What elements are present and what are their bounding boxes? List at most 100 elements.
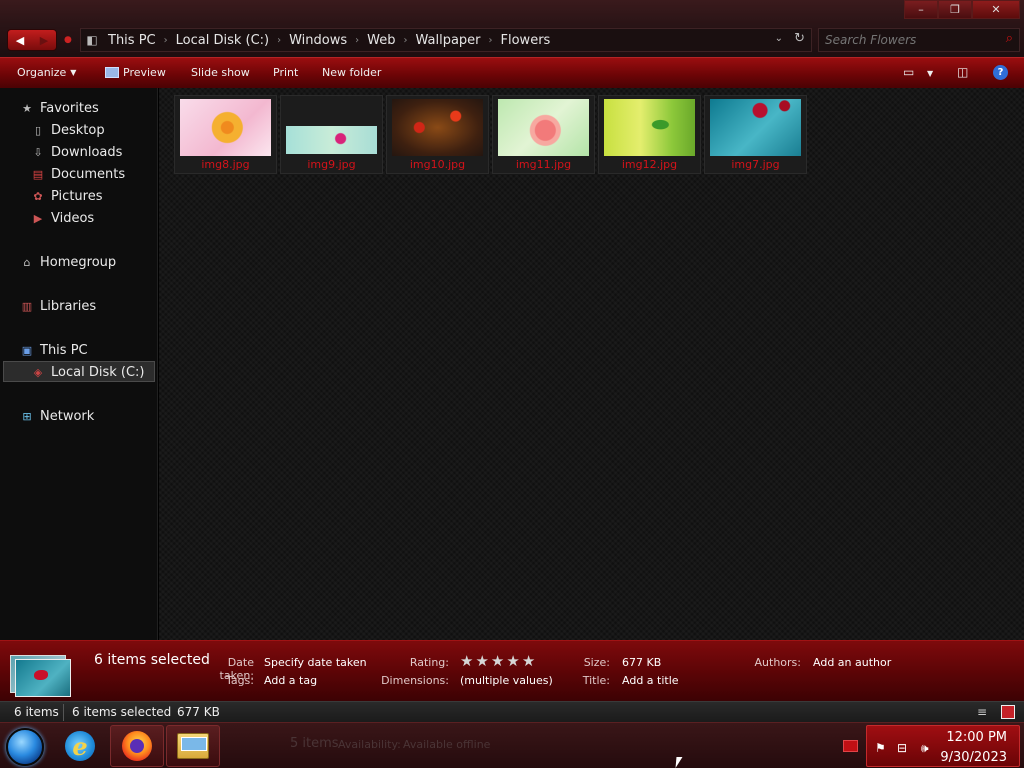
organize-label: Organize	[17, 66, 67, 79]
start-button[interactable]	[6, 728, 44, 766]
recent-pages-dropdown[interactable]: ●	[64, 35, 72, 45]
nav-network[interactable]: ⊞ Network	[20, 406, 94, 426]
preview-pane-icon[interactable]: ◫	[957, 65, 968, 79]
organize-button[interactable]: Organize ▼	[17, 66, 76, 79]
show-hidden-icons-button[interactable]	[843, 740, 858, 752]
taskbar-internet-explorer[interactable]: e	[53, 725, 107, 767]
refresh-icon[interactable]: ↻	[794, 31, 805, 46]
minimize-button[interactable]: –	[904, 0, 938, 19]
search-icon[interactable]: ⌕	[1006, 31, 1013, 46]
breadcrumb-wallpaper[interactable]: Wallpaper	[410, 33, 485, 48]
taskbar-file-explorer[interactable]	[166, 725, 220, 767]
title-bar: – ❐ ✕	[0, 0, 1024, 24]
close-button[interactable]: ✕	[972, 0, 1020, 19]
navigation-pane: ★ Favorites ▯ Desktop ⇩ Downloads ▤ Docu…	[0, 88, 158, 640]
tags-label: Tags:	[225, 674, 254, 687]
title-value[interactable]: Add a title	[622, 674, 679, 687]
breadcrumb-flowers[interactable]: Flowers	[496, 33, 556, 48]
breadcrumb-separator[interactable]: ›	[400, 35, 410, 46]
rating-stars[interactable]: ★ ★ ★ ★ ★	[460, 652, 535, 670]
thumbnail-image	[180, 99, 271, 156]
help-button[interactable]: ?	[993, 65, 1008, 80]
star-icon[interactable]: ★	[522, 652, 535, 670]
file-item[interactable]: img8.jpg	[174, 95, 277, 174]
preview-button[interactable]: Preview	[105, 66, 166, 79]
file-item[interactable]: img12.jpg	[598, 95, 701, 174]
forward-button[interactable]: ▶	[32, 30, 56, 50]
tags-value[interactable]: Add a tag	[264, 674, 317, 687]
star-icon[interactable]: ★	[491, 652, 504, 670]
file-view[interactable]: img8.jpg img9.jpg img10.jpg img11.jpg im…	[159, 88, 1024, 640]
search-input[interactable]	[825, 32, 995, 48]
clock-date[interactable]: 9/30/2023	[940, 750, 1007, 765]
nav-homegroup[interactable]: ⌂ Homegroup	[20, 252, 117, 272]
selection-thumbnail	[10, 655, 72, 697]
breadcrumb-local-disk[interactable]: Local Disk (C:)	[171, 33, 274, 48]
status-bar: 6 items 6 items selected 677 KB ≡	[0, 701, 1024, 722]
nav-videos-label: Videos	[51, 210, 95, 226]
maximize-button[interactable]: ❐	[938, 0, 972, 19]
star-icon[interactable]: ★	[460, 652, 473, 670]
nav-libraries[interactable]: ▥ Libraries	[20, 296, 96, 316]
mouse-cursor	[675, 757, 683, 768]
rating-label: Rating:	[409, 656, 449, 669]
preview-label: Preview	[123, 66, 166, 79]
nav-videos[interactable]: ▶ Videos	[31, 208, 94, 228]
breadcrumb-windows[interactable]: Windows	[284, 33, 352, 48]
dimensions-value: (multiple values)	[460, 674, 553, 687]
back-button[interactable]: ◀	[8, 30, 32, 50]
nav-favorites[interactable]: ★ Favorites	[20, 98, 99, 118]
selection-summary: 6 items selected	[94, 652, 210, 668]
clock-time[interactable]: 12:00 PM	[946, 730, 1007, 745]
action-center-flag-icon[interactable]: ⚑	[875, 741, 886, 755]
nav-pictures[interactable]: ✿ Pictures	[31, 186, 102, 206]
large-icons-view-icon[interactable]	[1001, 705, 1015, 719]
breadcrumb-separator[interactable]: ›	[352, 35, 362, 46]
authors-value[interactable]: Add an author	[813, 656, 891, 669]
chevron-down-icon[interactable]: ⌄	[775, 33, 783, 44]
breadcrumb-web[interactable]: Web	[362, 33, 400, 48]
chevron-down-icon: ▼	[70, 68, 77, 77]
address-bar[interactable]: ◧ This PC › Local Disk (C:) › Windows › …	[80, 28, 812, 52]
pictures-icon: ✿	[33, 189, 43, 203]
star-icon: ★	[22, 101, 32, 115]
star-icon[interactable]: ★	[475, 652, 488, 670]
view-options-chevron-icon[interactable]: ▼	[927, 69, 933, 78]
file-item[interactable]: img9.jpg	[280, 95, 383, 174]
breadcrumb-this-pc[interactable]: This PC	[103, 33, 161, 48]
videos-icon: ▶	[33, 211, 43, 225]
network-status-icon[interactable]: ⊟	[897, 741, 907, 755]
nav-desktop[interactable]: ▯ Desktop	[31, 120, 105, 140]
volume-icon[interactable]: 🕪	[921, 741, 929, 756]
nav-documents[interactable]: ▤ Documents	[31, 164, 125, 184]
star-icon[interactable]: ★	[506, 652, 519, 670]
details-view-icon[interactable]: ≡	[977, 705, 991, 719]
file-item[interactable]: img10.jpg	[386, 95, 489, 174]
new-folder-button[interactable]: New folder	[322, 66, 381, 79]
change-view-icon[interactable]: ▭	[903, 65, 914, 79]
thumbnail-image	[392, 99, 483, 156]
nav-desktop-label: Desktop	[51, 122, 105, 138]
file-item[interactable]: img11.jpg	[492, 95, 595, 174]
breadcrumb-separator[interactable]: ›	[486, 35, 496, 46]
item-count: 6 items	[14, 705, 59, 719]
file-explorer-icon	[177, 733, 209, 759]
search-box[interactable]: ⌕	[818, 28, 1020, 52]
ghost-availability-label: Availability:	[338, 738, 401, 751]
nav-local-disk[interactable]: ◈ Local Disk (C:)	[31, 362, 145, 382]
taskbar-firefox[interactable]	[110, 725, 164, 767]
breadcrumb-separator[interactable]: ›	[161, 35, 171, 46]
breadcrumb-separator[interactable]: ›	[274, 35, 284, 46]
nav-pictures-label: Pictures	[51, 188, 103, 204]
date-taken-value[interactable]: Specify date taken	[264, 656, 367, 669]
nav-homegroup-label: Homegroup	[40, 254, 117, 270]
authors-label: Authors:	[754, 656, 801, 669]
print-button[interactable]: Print	[273, 66, 298, 79]
nav-this-pc[interactable]: ▣ This PC	[20, 340, 88, 360]
slideshow-button[interactable]: Slide show	[191, 66, 250, 79]
thumbnail-stack-front	[15, 659, 71, 697]
file-item[interactable]: img7.jpg	[704, 95, 807, 174]
nav-downloads[interactable]: ⇩ Downloads	[31, 142, 122, 162]
help-icon: ?	[993, 65, 1008, 80]
nav-favorites-label: Favorites	[40, 100, 99, 116]
